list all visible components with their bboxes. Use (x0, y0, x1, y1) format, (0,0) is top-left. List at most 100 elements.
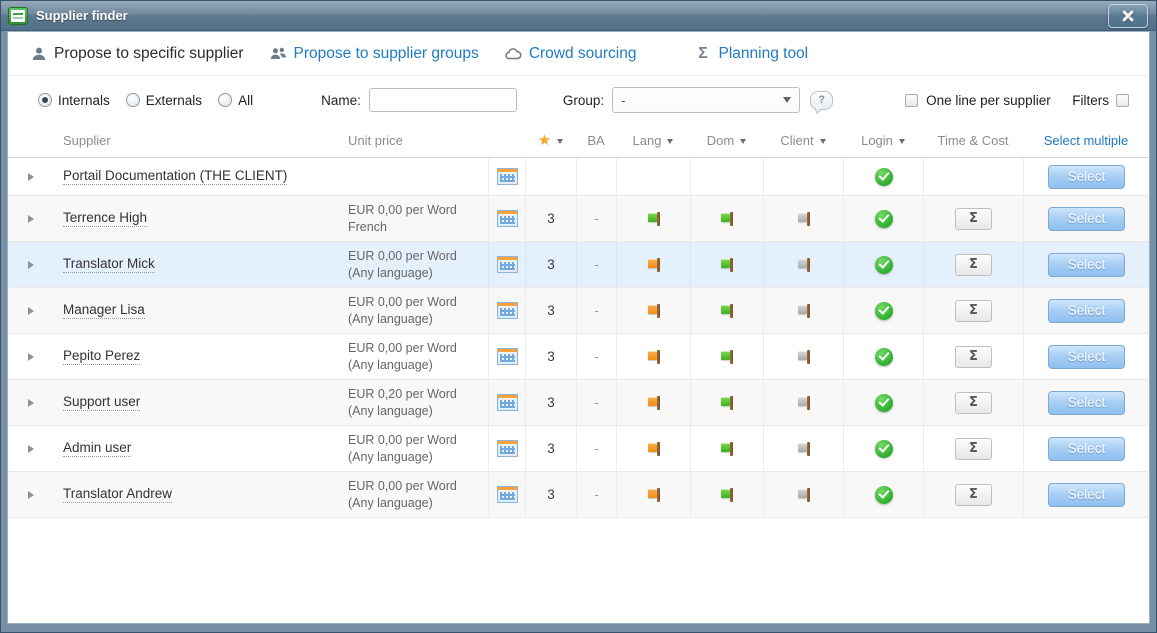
select-button[interactable]: Select (1048, 165, 1125, 189)
calendar-icon[interactable] (497, 440, 518, 457)
supplier-cell: Pepito Perez (53, 334, 338, 379)
header-lang-sort[interactable]: Lang (616, 124, 690, 157)
filters-label[interactable]: Filters (1072, 93, 1109, 108)
tab-propose-specific-supplier[interactable]: Propose to specific supplier (30, 45, 244, 63)
login-cell (843, 158, 923, 195)
row-expander-icon[interactable] (28, 215, 34, 223)
dom-flag-icon[interactable] (719, 395, 735, 411)
client-flag-icon[interactable] (796, 211, 812, 227)
calendar-icon[interactable] (497, 302, 518, 319)
one-line-per-supplier-label[interactable]: One line per supplier (926, 93, 1051, 108)
dom-flag-icon[interactable] (719, 441, 735, 457)
calendar-cell (488, 288, 525, 333)
unit-price-cell: EUR 0,00 per Word (Any language) (338, 472, 488, 517)
name-input[interactable] (369, 88, 517, 112)
client-flag-icon[interactable] (796, 349, 812, 365)
header-dom-sort[interactable]: Dom (690, 124, 763, 157)
lang-flag-icon[interactable] (646, 395, 662, 411)
select-button[interactable]: Select (1048, 345, 1125, 369)
radio-internals[interactable] (38, 93, 52, 107)
radio-externals-label[interactable]: Externals (146, 93, 202, 108)
supplier-link[interactable]: Translator Mick (63, 256, 155, 273)
supplier-link[interactable]: Translator Andrew (63, 486, 172, 503)
time-cost-button[interactable]: Σ (955, 346, 992, 368)
supplier-link[interactable]: Portail Documentation (THE CLIENT) (63, 168, 287, 185)
time-cost-button[interactable]: Σ (955, 208, 992, 230)
time-cost-cell: Σ (923, 334, 1023, 379)
time-cost-button[interactable]: Σ (955, 392, 992, 414)
tab-planning-tool[interactable]: Σ Planning tool (695, 45, 809, 63)
row-expander-icon[interactable] (28, 353, 34, 361)
people-icon (270, 45, 287, 62)
lang-flag-icon[interactable] (646, 349, 662, 365)
time-cost-button[interactable]: Σ (955, 484, 992, 506)
radio-all[interactable] (218, 93, 232, 107)
client-cell (763, 158, 843, 195)
one-line-per-supplier-checkbox[interactable] (905, 94, 918, 107)
calendar-icon[interactable] (497, 348, 518, 365)
lang-flag-icon[interactable] (646, 487, 662, 503)
supplier-link[interactable]: Support user (63, 394, 140, 411)
calendar-icon[interactable] (497, 394, 518, 411)
filters-checkbox[interactable] (1116, 94, 1129, 107)
header-login-label: Login (861, 133, 893, 148)
row-expander-icon[interactable] (28, 399, 34, 407)
calendar-icon[interactable] (497, 256, 518, 273)
calendar-icon[interactable] (497, 486, 518, 503)
dom-cell (690, 158, 763, 195)
client-flag-icon[interactable] (796, 303, 812, 319)
radio-externals[interactable] (126, 93, 140, 107)
client-flag-icon[interactable] (796, 487, 812, 503)
header-star-sort[interactable]: ★ (525, 124, 576, 157)
select-multiple-link[interactable]: Select multiple (1023, 124, 1149, 157)
lang-flag-icon[interactable] (646, 257, 662, 273)
lang-flag-icon[interactable] (646, 303, 662, 319)
radio-internals-label[interactable]: Internals (58, 93, 110, 108)
unit-price-line2: (Any language) (348, 265, 433, 281)
row-expander-icon[interactable] (28, 261, 34, 269)
calendar-icon[interactable] (497, 210, 518, 227)
dom-flag-icon[interactable] (719, 303, 735, 319)
client-flag-icon[interactable] (796, 395, 812, 411)
group-label: Group: (563, 93, 604, 108)
group-dropdown[interactable]: - (612, 87, 800, 113)
row-expander-icon[interactable] (28, 491, 34, 499)
row-expander-icon[interactable] (28, 445, 34, 453)
radio-all-label[interactable]: All (238, 93, 253, 108)
supplier-link[interactable]: Pepito Perez (63, 348, 140, 365)
calendar-icon[interactable] (497, 168, 518, 185)
supplier-link[interactable]: Admin user (63, 440, 131, 457)
lang-cell (616, 196, 690, 241)
lang-flag-icon[interactable] (646, 211, 662, 227)
header-unit-price: Unit price (338, 124, 488, 157)
header-login-sort[interactable]: Login (843, 124, 923, 157)
dom-flag-icon[interactable] (719, 487, 735, 503)
row-expander-icon[interactable] (28, 307, 34, 315)
client-flag-icon[interactable] (796, 257, 812, 273)
select-button[interactable]: Select (1048, 253, 1125, 277)
tab-propose-supplier-groups[interactable]: Propose to supplier groups (270, 45, 479, 63)
supplier-link[interactable]: Manager Lisa (63, 302, 145, 319)
lang-flag-icon[interactable] (646, 441, 662, 457)
select-button[interactable]: Select (1048, 391, 1125, 415)
time-cost-button[interactable]: Σ (955, 300, 992, 322)
row-expander-icon[interactable] (28, 173, 34, 181)
select-button[interactable]: Select (1048, 299, 1125, 323)
ba-value: - (576, 334, 616, 379)
time-cost-button[interactable]: Σ (955, 254, 992, 276)
supplier-link[interactable]: Terrence High (63, 210, 147, 227)
sort-arrow-icon (820, 139, 826, 144)
header-client-sort[interactable]: Client (763, 124, 843, 157)
select-button[interactable]: Select (1048, 207, 1125, 231)
time-cost-button[interactable]: Σ (955, 438, 992, 460)
dom-flag-icon[interactable] (719, 349, 735, 365)
help-icon[interactable]: ? (810, 91, 833, 110)
client-flag-icon[interactable] (796, 441, 812, 457)
login-status-icon (875, 394, 893, 412)
tab-crowd-sourcing[interactable]: Crowd sourcing (505, 45, 637, 63)
close-button[interactable] (1108, 4, 1148, 28)
dom-flag-icon[interactable] (719, 257, 735, 273)
select-button[interactable]: Select (1048, 483, 1125, 507)
dom-flag-icon[interactable] (719, 211, 735, 227)
select-button[interactable]: Select (1048, 437, 1125, 461)
